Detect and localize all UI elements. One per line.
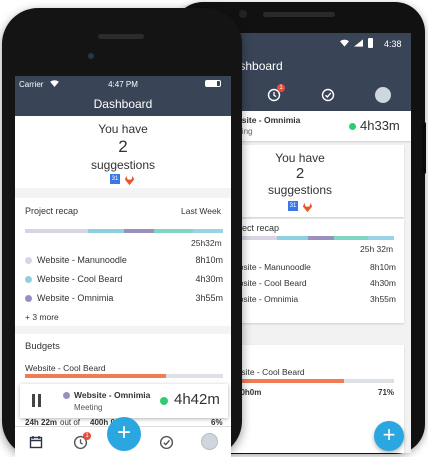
- running-indicator: [160, 397, 168, 405]
- gitlab-icon: [124, 173, 135, 191]
- android-speaker: [263, 12, 335, 17]
- iphone-camera: [88, 53, 94, 59]
- pause-icon[interactable]: [32, 394, 35, 407]
- recap-list: Website - Manunoodle 8h10m Website - Coo…: [25, 255, 223, 312]
- tab-tasks[interactable]: [159, 435, 174, 455]
- list-item[interactable]: Website - Cool Beard 4h30m: [25, 274, 223, 293]
- iphone-app-header: Dashboard: [15, 92, 231, 116]
- android-project-recap-card[interactable]: Project recap 25h 32m Website - Manunood…: [222, 219, 404, 323]
- suggestions-count: 2: [295, 165, 305, 182]
- list-item[interactable]: Website - Manunoodle 8h10m: [25, 255, 223, 274]
- android-side-button: [422, 122, 426, 174]
- recap-item-time: 8h10m: [195, 255, 223, 265]
- list-item[interactable]: Website - Omnimia 3h55m: [25, 293, 223, 312]
- android-screen: 4:38 Dashboard 1 Website - Omnimia Meeti…: [222, 33, 411, 453]
- calendar-icon: [29, 436, 43, 449]
- google-calendar-icon: 31: [110, 174, 120, 184]
- recap-item-name: Website - Cool Beard: [37, 274, 123, 284]
- project-color-dot: [25, 295, 32, 302]
- budget-bar: [222, 379, 394, 383]
- suggestions-count: 2: [118, 137, 128, 156]
- recap-bar-segment: [308, 236, 334, 240]
- timer-task-name: Meeting: [74, 403, 103, 412]
- recap-bar-segment: [88, 229, 124, 233]
- recap-total: 25h32m: [191, 238, 222, 248]
- project-color-dot: [25, 257, 32, 264]
- recap-list: Website - Manunoodle 8h10m Website - Coo…: [226, 262, 396, 310]
- recap-bar-segment: [25, 229, 89, 233]
- running-timer-bar[interactable]: Website - Omnimia Meeting 4h42m: [20, 384, 228, 418]
- recap-bar: [25, 229, 223, 233]
- suggestions-line1: You have: [98, 122, 148, 136]
- android-status-time: 4:38: [384, 39, 402, 49]
- signal-icon: [354, 39, 363, 49]
- running-indicator: [349, 123, 356, 130]
- timer-time: 4h42m: [174, 391, 220, 408]
- check-circle-icon: [321, 88, 335, 102]
- page-title: Dashboard: [93, 97, 153, 111]
- iphone-speaker: [98, 34, 144, 39]
- recap-item-name: Website - Omnimia: [37, 293, 114, 303]
- list-item[interactable]: Website - Omnimia 3h55m: [226, 294, 396, 310]
- recap-bar-segment: [124, 229, 154, 233]
- recap-bar-segment: [368, 236, 394, 240]
- list-item[interactable]: Website - Manunoodle 8h10m: [226, 262, 396, 278]
- timer-time: 4h33m: [360, 118, 400, 133]
- android-running-timer[interactable]: Website - Omnimia Meeting 4h33m: [222, 111, 411, 141]
- recap-bar: [222, 236, 394, 240]
- project-color-dot: [63, 392, 70, 399]
- pause-icon-bar: [38, 394, 41, 407]
- clock-badge: 1: [83, 432, 91, 440]
- iphone-status-bar: Carrier 4:47 PM: [15, 76, 231, 92]
- android-tab-bar: 1: [222, 81, 411, 111]
- recap-bar-segment: [333, 236, 369, 240]
- clock-badge: 1: [277, 84, 285, 92]
- android-status-bar: 4:38: [222, 33, 411, 55]
- suggestions-card[interactable]: You have 2 suggestions 31: [15, 116, 231, 188]
- recap-item-name: Website - Manunoodle: [37, 255, 127, 265]
- timer-project-name: Website - Omnimia: [74, 390, 151, 400]
- budget-bar: [25, 374, 223, 378]
- budgets-title: Budgets: [25, 341, 60, 352]
- budget-bar-fill: [25, 374, 166, 378]
- gitlab-icon: [302, 200, 313, 218]
- wifi-icon: [340, 39, 349, 47]
- recap-period[interactable]: Last Week: [181, 206, 221, 216]
- add-button[interactable]: +: [107, 417, 141, 451]
- status-time: 4:47 PM: [108, 80, 138, 89]
- battery-icon: [205, 80, 221, 87]
- recap-item-time: 4h30m: [370, 278, 396, 288]
- suggestions-line1: You have: [275, 151, 325, 165]
- battery-icon: [368, 38, 373, 48]
- android-add-button[interactable]: +: [374, 421, 404, 451]
- list-item[interactable]: Website - Cool Beard 4h30m: [226, 278, 396, 294]
- android-suggestions-card[interactable]: You have 2 suggestions 31: [222, 145, 404, 217]
- budget-item-name: Website - Cool Beard: [25, 363, 106, 373]
- recap-title: Project recap: [25, 206, 79, 216]
- recap-bar-segment: [277, 236, 308, 240]
- check-circle-icon: [159, 435, 174, 450]
- google-calendar-icon: 31: [288, 201, 298, 211]
- avatar[interactable]: [375, 87, 391, 103]
- recap-bar-segment: [193, 229, 223, 233]
- recap-more-link[interactable]: + 3 more: [25, 312, 59, 322]
- android-tab-tasks[interactable]: [321, 88, 335, 107]
- recap-item-time: 8h10m: [370, 262, 396, 272]
- project-recap-card[interactable]: Project recap Last Week 25h32m Website -…: [15, 198, 231, 326]
- budget-percent: 71%: [378, 388, 395, 397]
- recap-bar-segment: [153, 229, 194, 233]
- suggestions-line2: suggestions: [267, 183, 333, 197]
- recap-item-time: 3h55m: [195, 293, 223, 303]
- suggestions-line2: suggestions: [90, 158, 156, 172]
- avatar[interactable]: [201, 433, 218, 450]
- android-camera: [239, 10, 247, 18]
- project-color-dot: [25, 276, 32, 283]
- iphone-screen: Carrier 4:47 PM Dashboard You have 2 sug…: [15, 76, 231, 457]
- tab-bar: 1 +: [15, 417, 231, 457]
- recap-item-time: 4h30m: [195, 274, 223, 284]
- tab-calendar[interactable]: [29, 435, 43, 454]
- recap-item-time: 3h55m: [370, 294, 396, 304]
- recap-total: 25h 32m: [360, 244, 394, 254]
